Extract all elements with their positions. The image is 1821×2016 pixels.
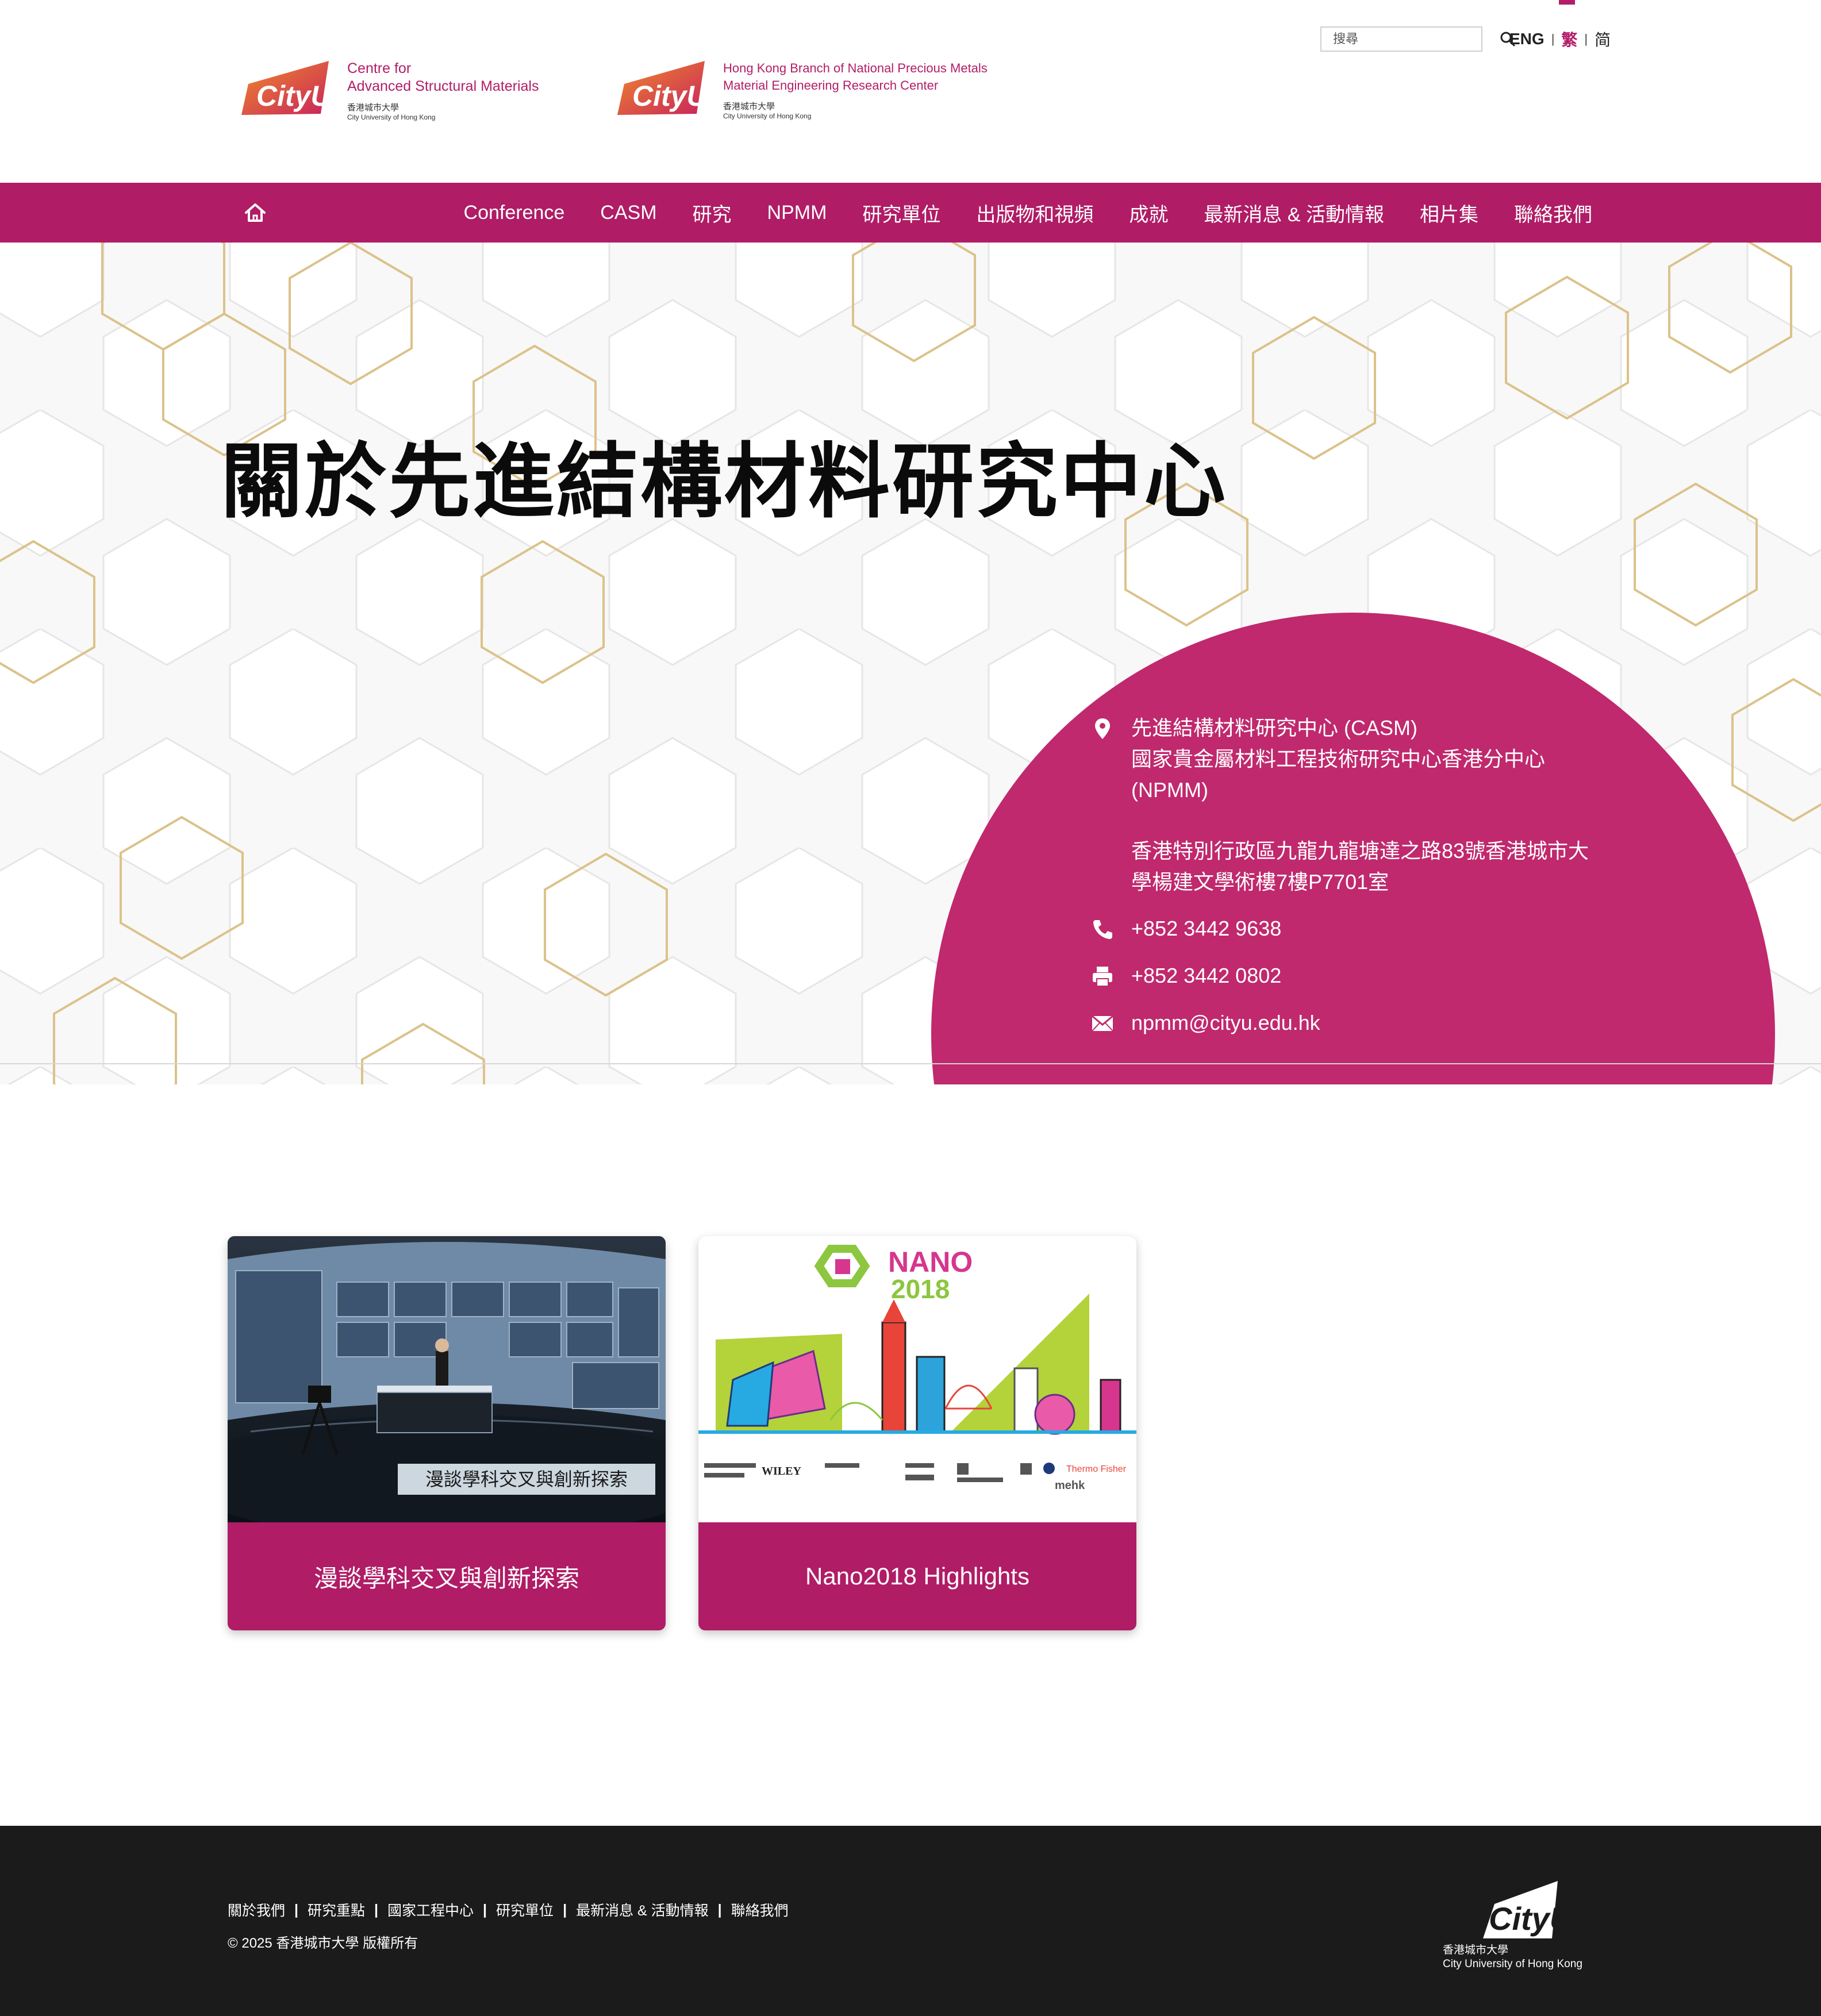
video-card-talk[interactable]: 漫談學科交叉與創新探索 漫談學科交叉與創新探索 — [228, 1236, 666, 1630]
address-line2: 國家貴金屬材料工程技術研究中心香港分中心 — [1131, 747, 1546, 771]
address-line3: (NPMM) — [1131, 778, 1208, 802]
card-caption: Nano2018 Highlights — [805, 1563, 1029, 1590]
nav-gallery[interactable]: 相片集 — [1420, 199, 1478, 227]
footer-separator: | — [294, 1901, 299, 1918]
svg-text:WILEY: WILEY — [762, 1465, 801, 1478]
cityu-logo-mark: CityU — [617, 61, 708, 115]
svg-text:CityU: CityU — [632, 80, 708, 112]
footer-link-news[interactable]: 最新消息 & 活動情報 — [576, 1899, 709, 1920]
footer-link-about[interactable]: 關於我們 — [228, 1899, 285, 1920]
cityu-logo-mark: CityU — [241, 61, 332, 115]
footer-logo-en: City University of Hong Kong — [1443, 1958, 1582, 1970]
logo-sub-zh: 香港城市大學 — [723, 102, 775, 111]
nav-news-events[interactable]: 最新消息 & 活動情報 — [1204, 199, 1384, 227]
logo-sub-zh: 香港城市大學 — [347, 103, 399, 113]
footer-links: 關於我們 | 研究重點 | 國家工程中心 | 研究單位 | 最新消息 & 活動情… — [228, 1899, 789, 1920]
logo-line1: Hong Kong Branch of National Precious Me… — [723, 61, 988, 75]
language-switcher: ENG | 繁 | 简 — [1509, 28, 1611, 51]
nav-contact[interactable]: 聯絡我們 — [1514, 199, 1592, 227]
fax-number: +852 3442 0802 — [1131, 964, 1282, 987]
address-line4: 香港特別行政區九龍九龍塘達之路83號香港城市大 — [1131, 839, 1589, 863]
npmm-logo[interactable]: CityU Hong Kong Branch of National Preci… — [613, 59, 988, 122]
address-line1: 先進結構材料研究中心 (CASM) — [1131, 716, 1417, 740]
location-pin-icon — [1095, 718, 1110, 739]
nav-list: Conference CASM 研究 NPMM 研究單位 出版物和視頻 成就 最… — [428, 183, 1592, 243]
nav-casm[interactable]: CASM — [600, 202, 656, 224]
envelope-icon — [1092, 1015, 1113, 1032]
footer-separator: | — [483, 1901, 487, 1918]
footer-link-contact[interactable]: 聯絡我們 — [731, 1899, 789, 1920]
lang-simplified[interactable]: 简 — [1595, 28, 1611, 51]
logo-sub-en: City University of Hong Kong — [347, 113, 436, 121]
logo-sub-en: City University of Hong Kong — [723, 112, 812, 120]
lang-eng[interactable]: ENG — [1509, 30, 1545, 48]
logo-line2: Advanced Structural Materials — [347, 78, 539, 94]
search-box — [1320, 26, 1515, 52]
nav-conference[interactable]: Conference — [464, 202, 565, 224]
nav-research[interactable]: 研究 — [693, 199, 732, 227]
svg-text:NANO: NANO — [888, 1246, 973, 1278]
search-input[interactable] — [1332, 28, 1500, 50]
nav-publications[interactable]: 出版物和視頻 — [976, 199, 1093, 227]
footer-separator: | — [717, 1901, 722, 1918]
video-thumbnail: 漫談學科交叉與創新探索 — [228, 1236, 666, 1522]
svg-text:CityU: CityU — [1489, 1900, 1563, 1937]
nano2018-thumbnail: NANO 2018 WILEY Thermo Fisher mehk — [698, 1236, 1136, 1522]
svg-text:Thermo Fisher: Thermo Fisher — [1066, 1464, 1127, 1474]
page-title: 關於先進結構材料研究中心 — [221, 434, 1228, 529]
phone-icon — [1093, 920, 1112, 939]
language-indicator — [1559, 0, 1575, 5]
footer-link-research[interactable]: 研究重點 — [308, 1899, 365, 1920]
svg-text:mehk: mehk — [1055, 1479, 1085, 1492]
main-nav: Conference CASM 研究 NPMM 研究單位 出版物和視頻 成就 最… — [0, 183, 1821, 243]
svg-text:CityU: CityU — [256, 80, 332, 112]
svg-text:漫談學科交叉與創新探索: 漫談學科交叉與創新探索 — [425, 1468, 628, 1490]
lang-separator: | — [1584, 32, 1588, 46]
footer-link-units[interactable]: 研究單位 — [496, 1899, 554, 1920]
site-footer: 關於我們 | 研究重點 | 國家工程中心 | 研究單位 | 最新消息 & 活動情… — [0, 1826, 1821, 2016]
hero-divider — [0, 1063, 1821, 1064]
copyright: © 2025 香港城市大學 版權所有 — [228, 1936, 418, 1951]
home-icon[interactable] — [243, 200, 268, 225]
nav-research-units[interactable]: 研究單位 — [862, 199, 940, 227]
footer-link-national-center[interactable]: 國家工程中心 — [387, 1899, 474, 1920]
printer-icon — [1093, 967, 1112, 987]
logo-line2: Material Engineering Research Center — [723, 78, 939, 93]
card-caption: 漫談學科交叉與創新探索 — [313, 1564, 579, 1592]
cityu-footer-logo[interactable]: CityU 香港城市大學 City University of Hong Kon… — [1443, 1881, 1582, 1971]
email-link[interactable]: npmm@cityu.edu.hk — [1131, 1007, 1320, 1038]
address-line5: 學楊建文學術樓7樓P7701室 — [1131, 870, 1389, 894]
casm-logo[interactable]: CityU Centre for Advanced Structural Mat… — [237, 59, 539, 122]
svg-text:2018: 2018 — [891, 1274, 950, 1304]
footer-separator: | — [374, 1901, 379, 1918]
nav-achievements[interactable]: 成就 — [1129, 199, 1168, 227]
logo-line1: Centre for — [347, 60, 412, 76]
hero-banner: 關於先進結構材料研究中心 先進結構材料研究中心 (CASM) 國家貴金屬材料工程… — [0, 243, 1821, 1084]
lang-separator: | — [1551, 32, 1555, 46]
lang-traditional[interactable]: 繁 — [1561, 28, 1577, 51]
footer-separator: | — [563, 1901, 567, 1918]
phone-number[interactable]: +852 3442 9638 — [1131, 913, 1281, 944]
video-card-nano2018[interactable]: NANO 2018 WILEY Thermo Fisher mehk Nano2… — [698, 1236, 1136, 1630]
nav-npmm[interactable]: NPMM — [767, 202, 827, 224]
